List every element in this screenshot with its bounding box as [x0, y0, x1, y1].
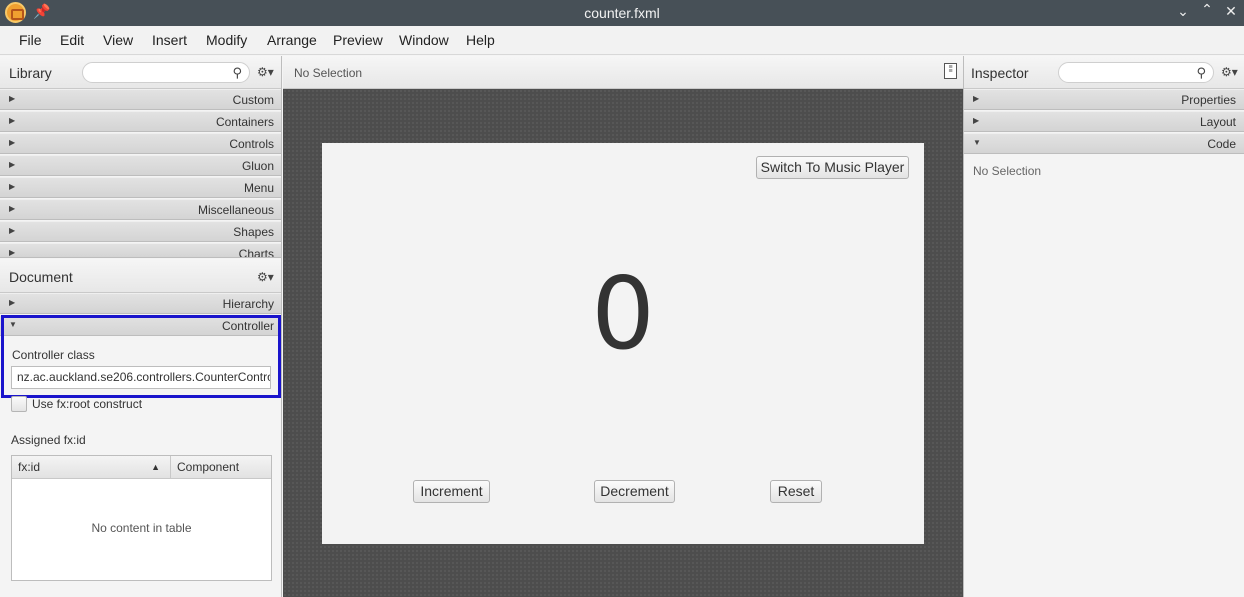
switch-music-player-button[interactable]: Switch To Music Player	[756, 156, 909, 179]
collapse-triangle-icon: ▼	[9, 320, 17, 329]
menu-window[interactable]: Window	[399, 32, 449, 48]
document-section-controller[interactable]: ▼ Controller	[0, 315, 281, 336]
document-icon[interactable]: ≡ ≡	[944, 63, 957, 79]
controller-class-label: Controller class	[12, 348, 95, 362]
fx-root-checkbox[interactable]	[11, 396, 27, 412]
inspector-title: Inspector	[971, 65, 1029, 81]
inspector-selection-text: No Selection	[973, 164, 1042, 178]
fxid-table: fx:id ▲ Component No content in table	[11, 455, 272, 581]
table-empty-message: No content in table	[91, 521, 192, 535]
section-label: Properties	[1181, 93, 1236, 107]
content-canvas: Switch To Music Player 0 Increment Decre…	[283, 89, 963, 597]
window-title: counter.fxml	[584, 5, 660, 21]
expand-triangle-icon: ▶	[9, 248, 16, 257]
assigned-fxid-label: Assigned fx:id	[11, 433, 86, 447]
decrement-button[interactable]: Decrement	[594, 480, 675, 503]
menu-view[interactable]: View	[103, 32, 133, 48]
expand-triangle-icon: ▶	[9, 138, 16, 147]
section-label: Charts	[238, 247, 274, 258]
section-label: Layout	[1199, 115, 1236, 129]
fx-root-label: Use fx:root construct	[32, 397, 143, 411]
menu-preview[interactable]: Preview	[333, 32, 383, 48]
section-label: Hierarchy	[222, 297, 274, 311]
library-section-controls[interactable]: ▶ Controls	[0, 133, 281, 154]
expand-triangle-icon: ▶	[9, 226, 16, 235]
search-icon: ⚲	[1196, 65, 1206, 80]
library-section-containers[interactable]: ▶ Containers	[0, 111, 281, 132]
library-search-input[interactable]: ⚲	[82, 62, 250, 83]
document-header: Document ⚙▾	[0, 259, 281, 293]
document-gear-icon[interactable]: ⚙▾	[257, 270, 274, 284]
section-label: Custom	[232, 93, 274, 107]
library-section-miscellaneous[interactable]: ▶ Miscellaneous	[0, 199, 281, 220]
sort-ascending-icon: ▲	[151, 462, 160, 472]
collapse-triangle-icon: ▼	[973, 138, 981, 147]
section-label: Miscellaneous	[197, 203, 274, 217]
section-label: Controller	[221, 319, 274, 333]
library-title: Library	[9, 65, 52, 81]
column-label: fx:id	[18, 460, 41, 474]
content-header: No Selection ≡ ≡	[283, 56, 963, 89]
left-panel: Library ⚲ ⚙▾ ▶ Custom ▶ Containers ▶ Contro…	[0, 56, 282, 597]
minimize-icon[interactable]: ⌄	[1174, 3, 1192, 20]
expand-triangle-icon: ▶	[9, 116, 16, 125]
inspector-section-code[interactable]: ▼ Code	[964, 133, 1244, 154]
reset-button[interactable]: Reset	[770, 480, 822, 503]
fxml-stage[interactable]: Switch To Music Player 0 Increment Decre…	[322, 143, 924, 544]
fxid-column-header[interactable]: fx:id ▲	[12, 456, 171, 479]
close-icon[interactable]: ✕	[1222, 3, 1240, 20]
library-section-shapes[interactable]: ▶ Shapes	[0, 221, 281, 242]
increment-button[interactable]: Increment	[413, 480, 490, 503]
inspector-search-input[interactable]: ⚲	[1058, 62, 1214, 83]
inspector-gear-icon[interactable]: ⚙▾	[1221, 65, 1238, 79]
search-icon: ⚲	[232, 65, 242, 80]
controller-class-field[interactable]: nz.ac.auckland.se206.controllers.Counter…	[11, 366, 271, 389]
expand-triangle-icon: ▶	[9, 182, 16, 191]
menu-arrange[interactable]: Arrange	[267, 32, 317, 48]
inspector-section-properties[interactable]: ▶ Properties	[964, 89, 1244, 110]
library-section-menu[interactable]: ▶ Menu	[0, 177, 281, 198]
expand-triangle-icon: ▶	[9, 160, 16, 169]
counter-label: 0	[591, 255, 655, 372]
expand-triangle-icon: ▶	[9, 94, 16, 103]
column-label: Component	[177, 460, 240, 474]
library-section-charts[interactable]: ▶ Charts	[0, 243, 281, 258]
menu-help[interactable]: Help	[466, 32, 495, 48]
menu-bar: File Edit View Insert Modify Arrange Pre…	[0, 26, 1244, 55]
library-header: Library ⚲ ⚙▾	[0, 56, 281, 89]
section-label: Shapes	[233, 225, 274, 239]
inspector-panel: Inspector ⚲ ⚙▾ ▶ Properties ▶ Layout ▼ Code…	[963, 56, 1244, 597]
menu-edit[interactable]: Edit	[60, 32, 84, 48]
document-title: Document	[9, 269, 73, 285]
maximize-icon[interactable]: ⌃	[1198, 1, 1216, 18]
window-titlebar: 📌 counter.fxml ⌄ ⌃ ✕	[0, 0, 1244, 26]
inspector-header: Inspector ⚲ ⚙▾	[964, 56, 1244, 89]
menu-modify[interactable]: Modify	[206, 32, 247, 48]
document-section-hierarchy[interactable]: ▶ Hierarchy	[0, 293, 281, 314]
section-label: Containers	[215, 115, 274, 129]
expand-triangle-icon: ▶	[9, 204, 16, 213]
section-label: Code	[1207, 137, 1236, 151]
expand-triangle-icon: ▶	[973, 116, 980, 125]
menu-insert[interactable]: Insert	[152, 32, 187, 48]
library-gear-icon[interactable]: ⚙▾	[257, 65, 274, 79]
expand-triangle-icon: ▶	[973, 94, 980, 103]
component-column-header[interactable]: Component	[171, 456, 271, 479]
library-section-custom[interactable]: ▶ Custom	[0, 89, 281, 110]
expand-triangle-icon: ▶	[9, 298, 16, 307]
center-panel: No Selection ≡ ≡ Switch To Music Player 0…	[283, 56, 963, 597]
selection-path: No Selection	[294, 66, 363, 80]
section-label: Controls	[229, 137, 274, 151]
section-label: Menu	[243, 181, 274, 195]
menu-file[interactable]: File	[19, 32, 42, 48]
inspector-section-layout[interactable]: ▶ Layout	[964, 111, 1244, 132]
library-section-gluon[interactable]: ▶ Gluon	[0, 155, 281, 176]
section-label: Gluon	[241, 159, 274, 173]
